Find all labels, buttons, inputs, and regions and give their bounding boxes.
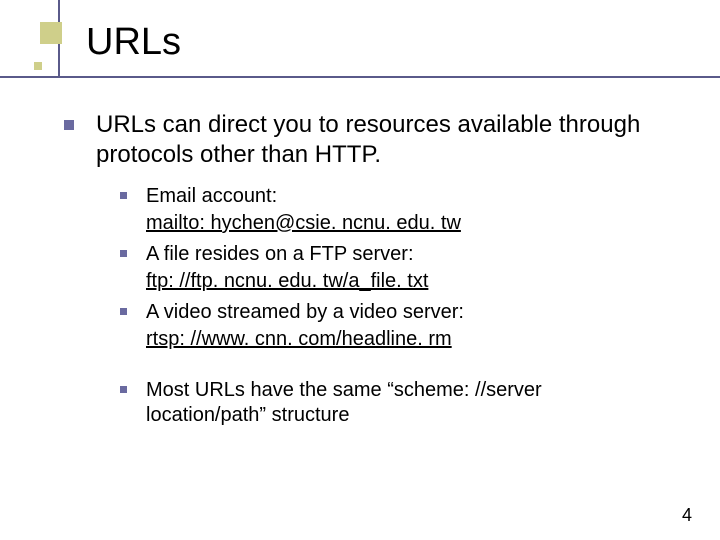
list-item: Most URLs have the same “scheme: //serve…: [116, 378, 660, 428]
square-bullet-icon: [120, 308, 127, 315]
slide: URLs URLs can direct you to resources av…: [0, 0, 720, 540]
square-bullet-icon: [120, 386, 127, 393]
square-bullet-icon: [120, 192, 127, 199]
deco-line-horizontal: [0, 76, 720, 78]
bullet-level2-group: Email account: mailto: hychen@csie. ncnu…: [116, 184, 660, 428]
note-text: Most URLs have the same “scheme: //serve…: [146, 379, 542, 426]
item-label: A file resides on a FTP server:: [146, 243, 414, 265]
list-item: Email account:: [116, 184, 660, 209]
spacer: [116, 358, 660, 378]
item-link[interactable]: rtsp: //www. cnn. com/headline. rm: [116, 327, 660, 352]
item-label: A video streamed by a video server:: [146, 301, 464, 323]
list-item: A file resides on a FTP server:: [116, 242, 660, 267]
deco-square-small: [34, 62, 42, 70]
slide-number: 4: [682, 505, 692, 526]
bullet-level1: URLs can direct you to resources availab…: [60, 110, 660, 428]
item-label: Email account:: [146, 185, 277, 207]
square-bullet-icon: [120, 250, 127, 257]
slide-title: URLs: [86, 22, 181, 64]
item-link[interactable]: mailto: hychen@csie. ncnu. edu. tw: [116, 211, 660, 236]
item-link[interactable]: ftp: //ftp. ncnu. edu. tw/a_file. txt: [116, 269, 660, 294]
list-item: A video streamed by a video server:: [116, 300, 660, 325]
slide-body: URLs can direct you to resources availab…: [60, 110, 660, 444]
deco-square-large: [40, 22, 62, 44]
square-bullet-icon: [64, 120, 74, 130]
intro-text: URLs can direct you to resources availab…: [96, 111, 640, 168]
